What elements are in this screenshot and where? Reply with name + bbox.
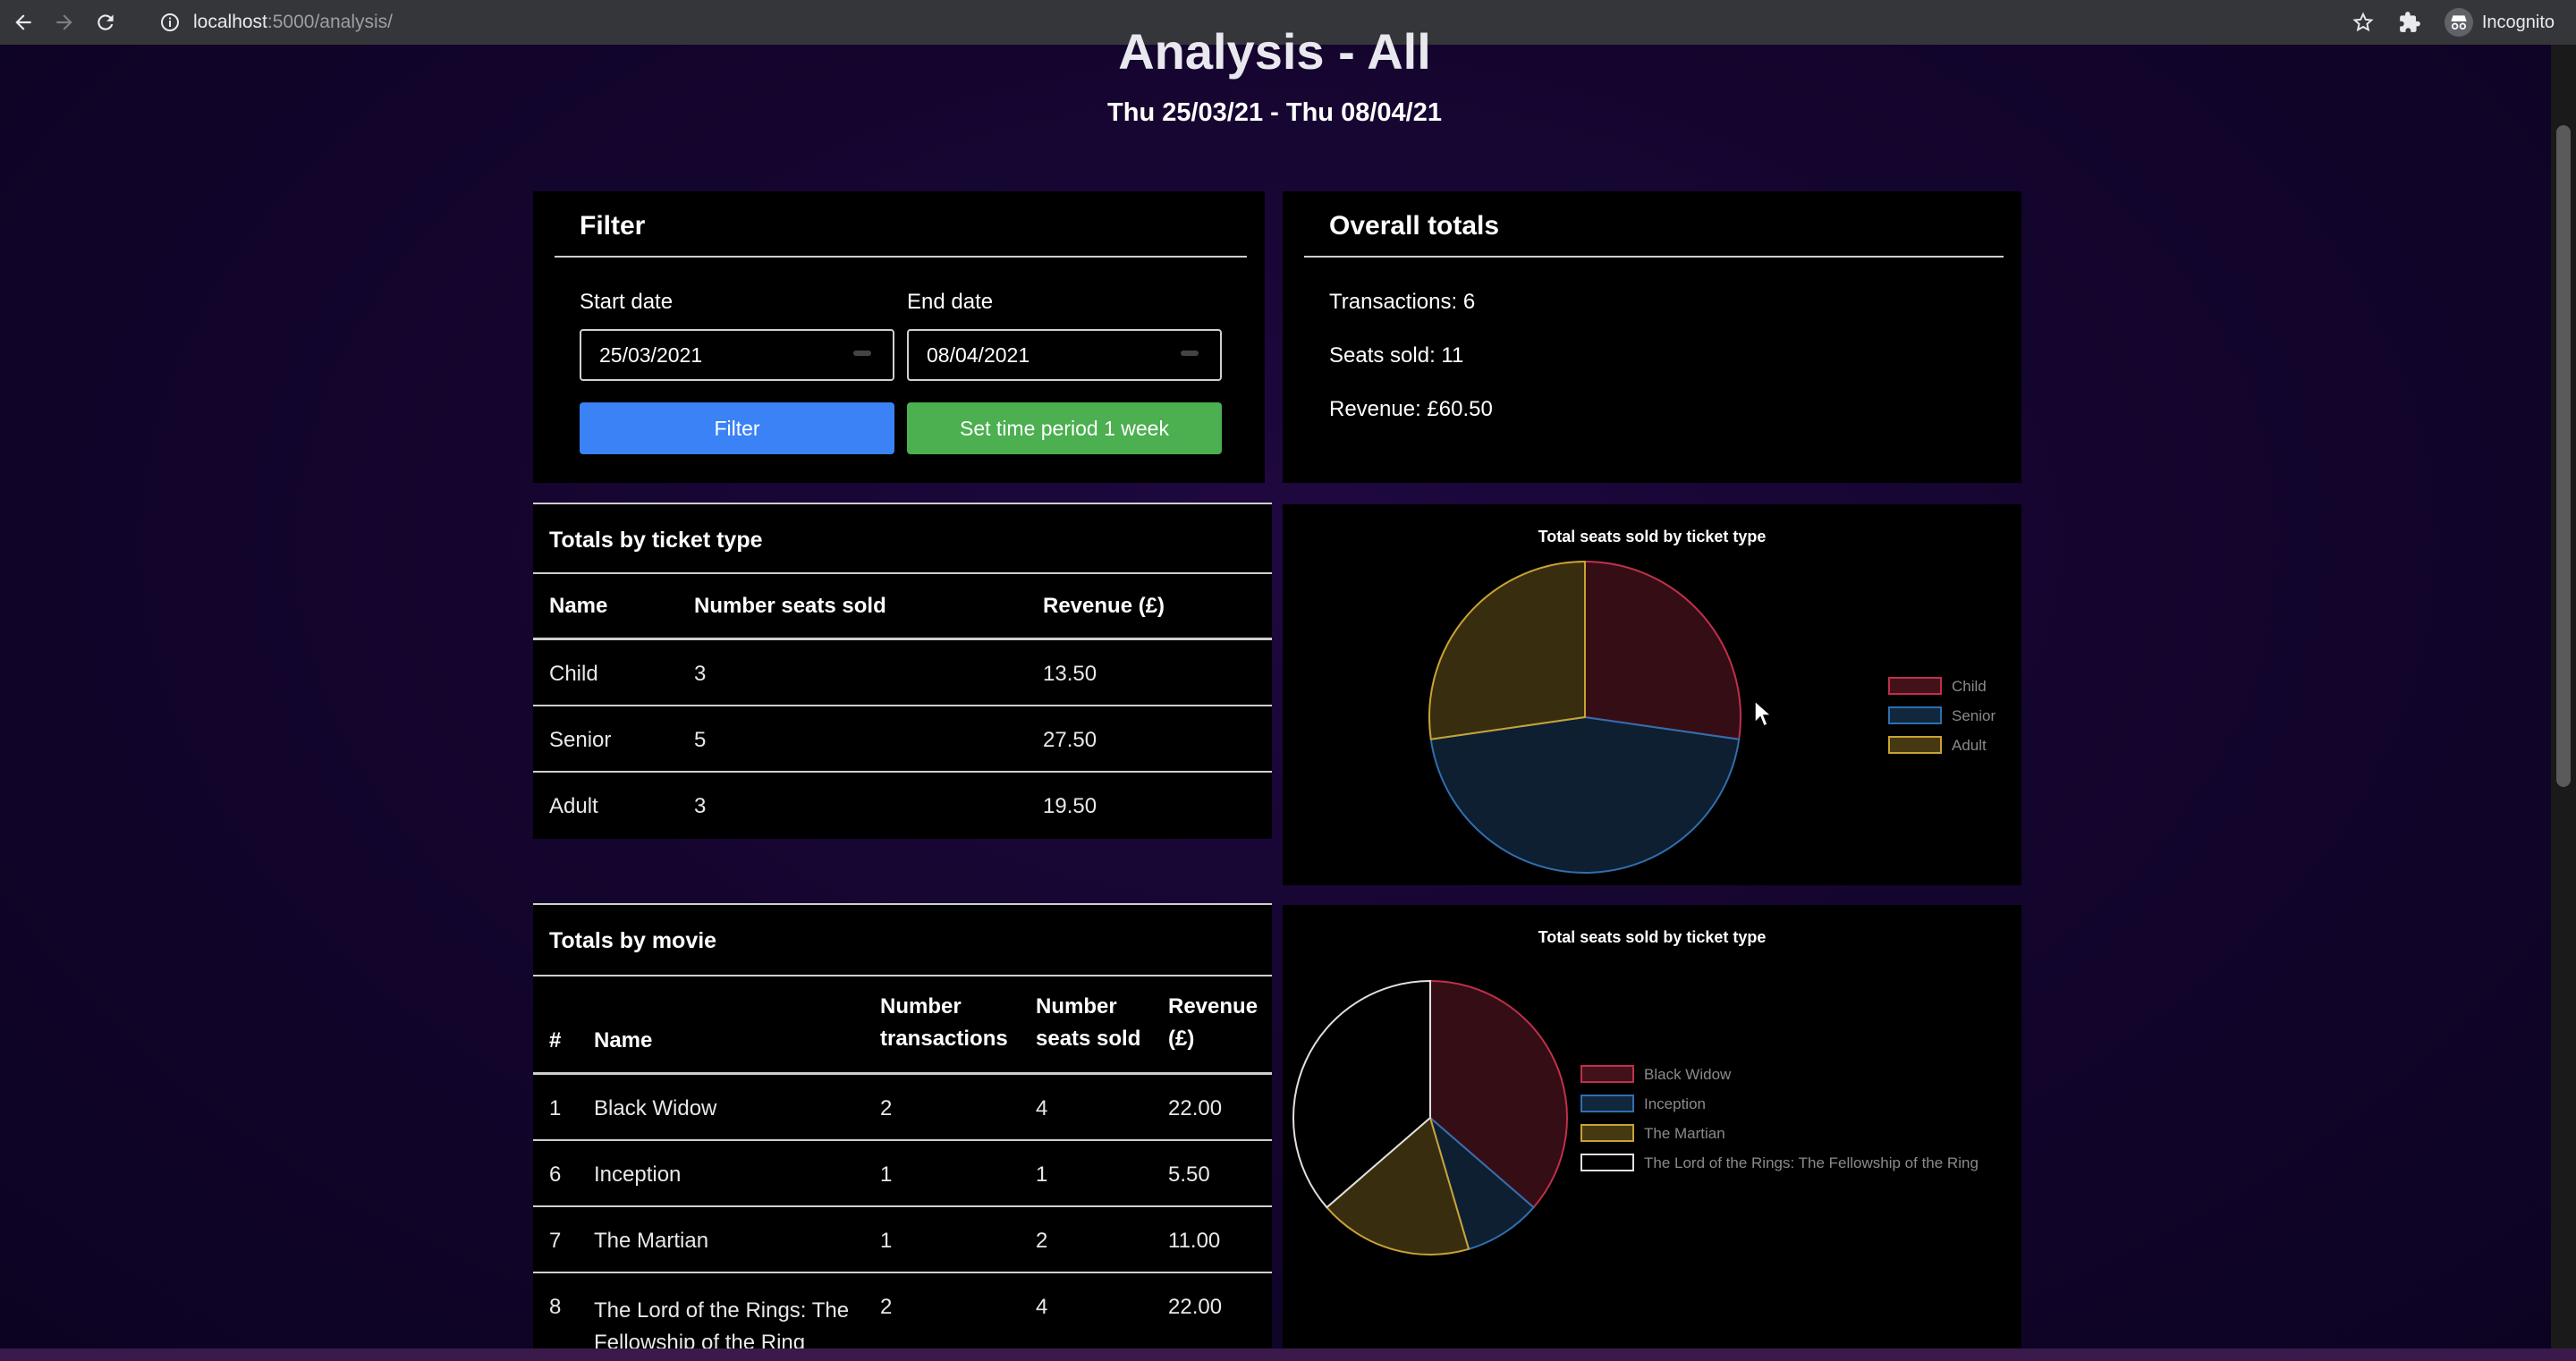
column-header: Number seats sold	[694, 594, 886, 618]
ticket-revenue: 19.50	[1043, 794, 1097, 818]
end-date-input[interactable]: 08/04/2021	[907, 329, 1222, 381]
ticket-name: Senior	[549, 728, 612, 752]
movie-seats: 4	[1036, 1295, 1048, 1319]
legend-swatch	[1888, 706, 1942, 724]
table-row: 8 The Lord of the Rings: The Fellowship …	[533, 1273, 1272, 1355]
movie-revenue: 22.00	[1168, 1295, 1223, 1319]
movie-seats: 1	[1036, 1162, 1048, 1187]
ticket-table-title: Totals by ticket type	[549, 528, 763, 553]
column-header: #	[549, 1028, 562, 1052]
ticket-revenue: 13.50	[1043, 662, 1097, 686]
legend-swatch	[1580, 1124, 1634, 1142]
legend-swatch	[1888, 736, 1942, 754]
filter-button[interactable]: Filter	[580, 402, 894, 454]
legend-label[interactable]: Black Widow	[1644, 1066, 1732, 1083]
ticket-type-table: Totals by ticket type Name Number seats …	[533, 503, 1272, 839]
overall-totals-card: Overall totals	[1283, 191, 2021, 483]
calendar-icon[interactable]	[853, 351, 871, 356]
pie-slice[interactable]	[1428, 560, 1586, 740]
movie-name: Inception	[594, 1162, 682, 1187]
ticket-name: Child	[549, 662, 598, 686]
movie-seats: 4	[1036, 1096, 1048, 1120]
pie-slice[interactable]	[1584, 560, 1741, 740]
table-row: 6 Inception 1 1 5.50	[533, 1141, 1272, 1207]
movie-pie-chart: Total seats sold by ticket type Black Wid…	[1292, 928, 1979, 1255]
table-row: 1 Black Widow 2 4 22.00	[533, 1075, 1272, 1141]
column-header: Revenue (£)	[1168, 994, 1258, 1051]
set-week-button[interactable]: Set time period 1 week	[907, 402, 1222, 454]
revenue-total: Revenue: £60.50	[1329, 397, 1493, 421]
overall-heading: Overall totals	[1329, 211, 1500, 241]
legend-label[interactable]: The Lord of the Rings: The Fellowship of…	[1644, 1154, 1979, 1171]
filter-heading: Filter	[580, 211, 646, 241]
movie-table: Totals by movie # Name Number transactio…	[533, 903, 1272, 1355]
scrollbar-thumb[interactable]	[2556, 125, 2571, 787]
legend-swatch	[1580, 1154, 1634, 1171]
ticket-seats: 5	[694, 728, 707, 752]
table-row: 7 The Martian 1 2 11.00	[533, 1207, 1272, 1273]
movie-transactions: 1	[880, 1162, 893, 1187]
start-date-value: 25/03/2021	[599, 343, 703, 367]
filter-divider	[555, 256, 1247, 258]
table-title-row: Totals by movie	[533, 905, 1272, 976]
end-date-value: 08/04/2021	[927, 343, 1030, 367]
movie-revenue: 22.00	[1168, 1096, 1223, 1120]
ticket-revenue: 27.50	[1043, 728, 1097, 752]
mouse-cursor-icon	[1754, 699, 1773, 728]
pie-slice[interactable]	[1429, 715, 1741, 875]
column-header: Revenue (£)	[1043, 594, 1165, 618]
movie-id: 7	[549, 1229, 562, 1253]
movie-revenue: 11.00	[1168, 1229, 1221, 1253]
movie-id: 1	[549, 1096, 562, 1120]
seats-total: Seats sold: 11	[1329, 343, 1464, 368]
filter-card: Filter Start date End date 25/03/2021 08…	[533, 191, 1265, 483]
movie-id: 6	[549, 1162, 562, 1187]
chart-title: Total seats sold by ticket type	[1538, 928, 1767, 946]
end-date-label: End date	[907, 290, 994, 314]
movie-name: Black Widow	[594, 1096, 717, 1120]
table-header-row: Name Number seats sold Revenue (£)	[533, 574, 1272, 640]
column-header: Name	[594, 1028, 653, 1052]
ticket-type-chart-card: Total seats sold by ticket type Child Seni…	[1283, 504, 2021, 885]
table-row: Child 3 13.50	[533, 640, 1272, 706]
table-row: Adult 3 19.50	[533, 773, 1272, 839]
movie-table-title: Totals by movie	[549, 928, 717, 953]
movie-chart-card: Total seats sold by ticket type Black Wid…	[1283, 905, 2021, 1350]
ticket-seats: 3	[694, 662, 707, 686]
movie-transactions: 2	[880, 1096, 893, 1120]
calendar-icon[interactable]	[1181, 351, 1199, 356]
movie-transactions: 1	[880, 1229, 893, 1253]
legend-label[interactable]: Adult	[1952, 737, 1987, 754]
column-header: Number transactions	[880, 994, 1008, 1051]
table-title-row: Totals by ticket type	[533, 504, 1272, 574]
ticket-seats: 3	[694, 794, 707, 818]
table-row: Senior 5 27.50	[533, 706, 1272, 773]
page-title: Analysis - All	[1118, 23, 1431, 80]
start-date-label: Start date	[580, 290, 674, 314]
movie-revenue: 5.50	[1168, 1162, 1210, 1187]
movie-transactions: 2	[880, 1295, 893, 1319]
os-taskbar	[0, 1348, 2576, 1361]
movie-id: 8	[549, 1295, 562, 1319]
page-scrollbar[interactable]	[2551, 45, 2576, 1350]
ticket-name: Adult	[549, 794, 598, 818]
movie-name: The Martian	[594, 1229, 709, 1253]
legend-label[interactable]: Child	[1952, 678, 1987, 695]
overall-divider	[1304, 256, 2004, 258]
table-header-row: # Name Number transactions Number seats …	[533, 976, 1272, 1075]
column-header: Name	[549, 594, 608, 618]
legend-label[interactable]: Inception	[1644, 1095, 1706, 1112]
legend-label[interactable]: The Martian	[1644, 1125, 1725, 1142]
chart-title: Total seats sold by ticket type	[1538, 528, 1767, 545]
column-header: Number seats sold	[1036, 994, 1141, 1051]
ticket-type-pie-chart: Total seats sold by ticket type Child Seni…	[1428, 528, 1996, 875]
transactions-total: Transactions: 6	[1329, 290, 1476, 314]
movie-seats: 2	[1036, 1229, 1048, 1253]
legend-swatch	[1888, 677, 1942, 695]
start-date-input[interactable]: 25/03/2021	[580, 329, 894, 381]
legend-swatch	[1580, 1095, 1634, 1112]
page-subtitle: Thu 25/03/21 - Thu 08/04/21	[1107, 98, 1442, 127]
legend-swatch	[1580, 1065, 1634, 1083]
legend-label[interactable]: Senior	[1952, 707, 1996, 724]
